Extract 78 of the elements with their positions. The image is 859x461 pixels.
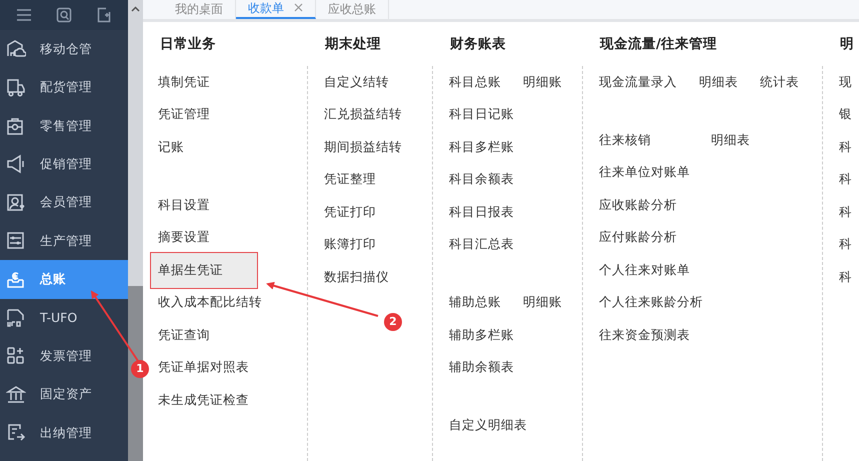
menu-item[interactable]: 往来资金预测表 (591, 320, 698, 350)
menu-item[interactable]: 自定义结转 (316, 68, 397, 97)
ledger-icon (6, 270, 26, 290)
menu-item[interactable]: 科 (831, 132, 859, 162)
menu-item[interactable]: 填制凭证 (150, 68, 218, 97)
menu-item[interactable]: 明细表 (691, 68, 746, 97)
menu-item[interactable]: 往来核销 (591, 126, 659, 155)
menu-item[interactable]: 科 (831, 230, 859, 260)
menu-item[interactable]: 数据扫描仪 (316, 262, 397, 292)
menu-item[interactable]: 凭证打印 (316, 198, 384, 227)
menu-item[interactable]: 收入成本配比结转 (150, 288, 270, 318)
bank-icon (6, 384, 26, 405)
menu-item[interactable]: 摘要设置 (150, 223, 218, 252)
menu-item[interactable]: 个人往来对账单 (591, 256, 698, 285)
sidebar-item[interactable]: 移动仓管 (0, 30, 128, 68)
member-icon (6, 192, 26, 213)
menu-item[interactable]: 自定义明细表 (441, 411, 535, 440)
warehouse-icon (6, 39, 26, 60)
sidebar-item[interactable]: 发票管理 (0, 337, 128, 376)
menu-item[interactable]: 应付账龄分析 (591, 223, 685, 252)
menu-item[interactable]: 辅助余额表 (441, 353, 522, 382)
menu-item[interactable]: 辅助多栏账 (441, 320, 522, 350)
menu-item[interactable]: 单据生凭证 (150, 252, 258, 289)
menu-item[interactable]: 凭证整理 (316, 165, 384, 194)
exit-document-icon (6, 423, 26, 444)
menu-item[interactable]: 科目多栏账 (441, 132, 522, 162)
menu-item[interactable]: 汇兑损益结转 (316, 100, 410, 130)
menu-item[interactable]: 未生成凭证检查 (150, 386, 257, 415)
menu-item[interactable]: 科目余额表 (441, 165, 522, 194)
menu-item[interactable]: 往来单位对账单 (591, 158, 698, 188)
sidebar-item[interactable]: 会员管理 (0, 184, 128, 222)
menu-item[interactable]: 应收账龄分析 (591, 190, 685, 220)
menu-item[interactable]: 科目设置 (150, 190, 218, 220)
menu-item[interactable]: 个人往来账龄分析 (591, 288, 711, 318)
sidebar-item[interactable]: T-UFO (0, 298, 128, 338)
sidebar-item[interactable]: 零售管理 (0, 106, 128, 146)
add-document-icon[interactable] (96, 7, 112, 23)
menu-item[interactable]: 期间损益结转 (316, 132, 410, 162)
column-heading: 明 (839, 34, 855, 54)
column-heading: 现金流量/往来管理 (599, 34, 718, 54)
menu-item[interactable]: 科目总账 (441, 68, 509, 97)
menu-item[interactable]: 明细表 (703, 126, 758, 155)
menu-item[interactable]: 科目日报表 (441, 198, 522, 227)
menu-item[interactable]: 凭证单据对照表 (150, 353, 257, 382)
search-icon[interactable] (56, 7, 72, 23)
column-heading: 财务账表 (449, 34, 507, 54)
grid-plus-icon (6, 346, 26, 366)
menu-item[interactable]: 凭证管理 (150, 100, 218, 130)
menu-item[interactable]: 现 (831, 68, 859, 97)
megaphone-icon (6, 154, 26, 174)
report-icon (6, 308, 26, 328)
truck-icon (6, 78, 26, 98)
menu-item[interactable]: 账簿打印 (316, 230, 384, 260)
shop-icon (6, 116, 26, 136)
sidebar-item[interactable]: 固定资产 (0, 376, 128, 414)
menu-item[interactable]: 银 (831, 100, 859, 130)
annotation-arrow (90, 290, 139, 362)
sliders-icon (6, 231, 26, 252)
menu-item[interactable]: 科目日记账 (441, 100, 522, 130)
menu-item[interactable]: 科 (831, 262, 859, 292)
menu-item[interactable]: 凭证查询 (150, 320, 218, 350)
menu-icon[interactable] (16, 8, 32, 22)
column-heading: 日常业务 (159, 34, 217, 54)
menu-item[interactable]: 明细账 (515, 68, 570, 97)
menu-item[interactable]: 统计表 (752, 68, 807, 97)
sidebar-item[interactable]: 出纳管理 (0, 414, 128, 452)
menu-item[interactable]: 辅助总账 (441, 288, 509, 318)
sidebar-item[interactable]: 生产管理 (0, 222, 128, 260)
sidebar-item[interactable]: 配货管理 (0, 68, 128, 107)
menu-item[interactable]: 科 (831, 198, 859, 227)
menu-item[interactable]: 记账 (150, 132, 192, 162)
menu-item[interactable]: 明细账 (515, 288, 570, 318)
column-heading: 期末处理 (324, 34, 382, 54)
menu-item[interactable]: 科目汇总表 (441, 230, 522, 260)
sidebar-item[interactable]: 促销管理 (0, 145, 128, 184)
menu-item[interactable]: 科 (831, 165, 859, 194)
menu-item[interactable]: 现金流量录入 (591, 68, 685, 97)
chevron-up-icon[interactable] (131, 6, 140, 12)
